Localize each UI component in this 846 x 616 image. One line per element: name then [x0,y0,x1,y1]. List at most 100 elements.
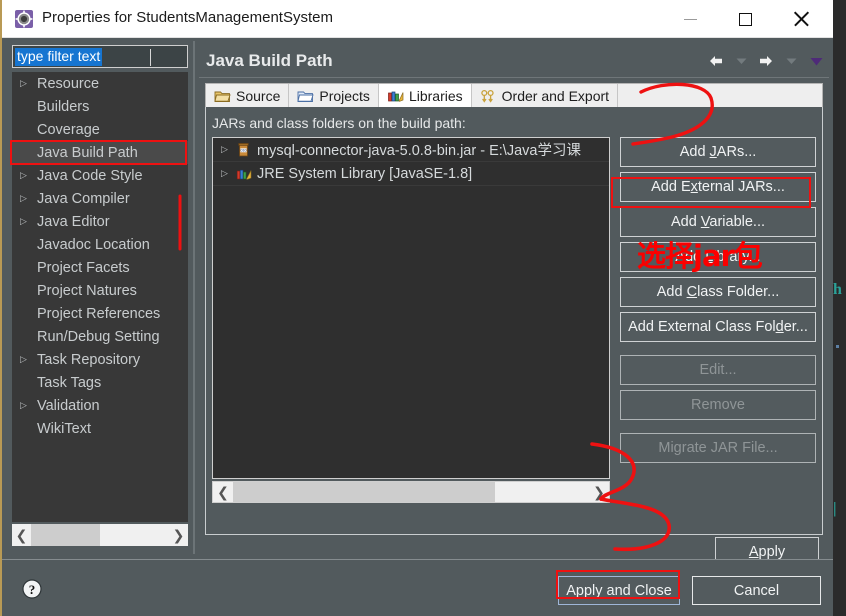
libraries-panel: JARs and class folders on the build path… [205,107,823,535]
add-external-jars-button[interactable]: Add External JARs... [620,172,816,202]
add-external-class-folder-button[interactable]: Add External Class Folder... [620,312,816,342]
migrate-jar-file-button-label: Migrate JAR File... [658,440,778,456]
sidebar-item-label: Java Compiler [37,190,130,207]
sidebar-item-label: Coverage [37,121,100,138]
tab-label: Libraries [408,87,463,104]
sidebar-item-java-compiler[interactable]: ▷ Java Compiler [12,187,188,210]
sidebar-item-label: Task Tags [37,374,102,391]
sidebar-item-label: Project Facets [37,259,130,276]
add-jars-button[interactable]: Add JARs... [620,137,816,167]
apply-and-close-button[interactable]: Apply and Close [558,576,680,605]
chevron-right-icon[interactable]: ▷ [221,145,236,154]
minimize-icon [683,18,697,20]
minimize-button[interactable] [667,0,713,38]
svg-text:010: 010 [241,148,247,152]
screenshot-root: h | Properties for StudentsManagementSys… [0,0,846,616]
list-item[interactable]: ▷ JRE System Library [JavaSE-1.8] [213,162,609,186]
add-class-folder-button[interactable]: Add Class Folder... [620,277,816,307]
chevron-right-icon[interactable]: ▷ [20,217,34,226]
tab-order-and-export[interactable]: Order and Export [471,84,619,107]
scrollbar-thumb[interactable] [233,482,495,502]
chevron-left-icon[interactable]: ❮ [213,485,233,499]
filter-input[interactable]: type filter text [15,48,103,66]
libraries-horizontal-scrollbar[interactable]: ❮ ❯ [212,481,610,503]
chevron-right-icon[interactable]: ▷ [221,169,236,178]
sidebar-item-label: Validation [37,397,100,414]
chevron-right-icon[interactable]: ▷ [20,79,34,88]
scrollbar-thumb[interactable] [31,524,100,546]
page-nav-buttons [705,51,827,71]
maximize-button[interactable] [722,0,768,38]
sidebar-item-wikitext[interactable]: WikiText [12,417,188,440]
chevron-right-icon[interactable]: ▷ [20,355,34,364]
sidebar-item-label: Project References [37,305,161,322]
chevron-right-icon[interactable]: ❯ [589,485,609,499]
sidebar-item-label: Java Code Style [37,167,143,184]
libraries-list-label: JARs and class folders on the build path… [212,115,466,131]
sidebar-item-validation[interactable]: ▷ Validation [12,394,188,417]
sidebar-item-task-repository[interactable]: ▷ Task Repository [12,348,188,371]
triangle-down-icon[interactable] [805,51,827,71]
chevron-right-icon[interactable]: ▷ [20,401,34,410]
sidebar-item-javadoc-location[interactable]: Javadoc Location [12,233,188,256]
background-editor-strip: h | [833,0,846,616]
sidebar-item-label: Java Build Path [37,144,138,161]
filter-input-wrapper[interactable]: type filter text [12,45,188,68]
remove-button-label: Remove [691,397,745,413]
sidebar-item-java-build-path[interactable]: Java Build Path [12,141,188,164]
dialog-footer: ? Apply and Close Cancel [2,560,833,616]
tab-label: Order and Export [501,87,610,104]
page-title: Java Build Path [206,51,333,70]
tab-source[interactable]: Source [206,84,290,107]
tab-projects[interactable]: Projects [289,84,379,107]
sidebar-item-java-code-style[interactable]: ▷ Java Code Style [12,164,188,187]
cancel-button[interactable]: Cancel [692,576,821,605]
add-library-button[interactable]: Add Library... [620,242,816,272]
sidebar-item-label: Builders [37,98,90,115]
order-export-icon [480,88,497,104]
chevron-right-icon[interactable]: ❯ [169,528,188,542]
window-title: Properties for StudentsManagementSystem [42,9,333,26]
list-item-label: JRE System Library [JavaSE-1.8] [257,165,473,182]
sidebar-item-coverage[interactable]: Coverage [12,118,188,141]
forward-chevron-down-icon[interactable] [780,51,802,71]
settings-tree[interactable]: ▷ Resource Builders Coverage Java Build … [12,72,188,522]
sidebar-item-label: Run/Debug Setting [37,328,160,345]
sidebar-item-project-facets[interactable]: Project Facets [12,256,188,279]
sidebar-item-builders[interactable]: Builders [12,95,188,118]
chevron-right-icon[interactable]: ▷ [20,171,34,180]
arrow-left-icon[interactable] [705,51,727,71]
chevron-left-icon[interactable]: ❮ [12,528,31,542]
edit-button-label: Edit... [699,362,737,378]
sidebar-item-java-editor[interactable]: ▷ Java Editor [12,210,188,233]
sidebar-item-project-natures[interactable]: Project Natures [12,279,188,302]
list-item-label: mysql-connector-java-5.0.8-bin.jar - E:\… [257,143,581,159]
migrate-jar-file-button: Migrate JAR File... [620,433,816,463]
add-variable-button[interactable]: Add Variable... [620,207,816,237]
help-question-icon[interactable]: ? [22,579,42,599]
background-code-glyph-2: | [833,500,837,517]
sidebar-horizontal-scrollbar[interactable]: ❮ ❯ [12,524,188,546]
sidebar-item-label: WikiText [37,420,91,437]
eclipse-gear-icon [14,9,34,29]
chevron-right-icon[interactable]: ▷ [20,194,34,203]
libraries-list[interactable]: ▷ 010 mysql-connector-java-5.0.8-bin.jar… [212,137,610,479]
scrollbar-track[interactable] [100,524,169,546]
close-icon [793,11,809,27]
tab-label: Projects [319,87,370,104]
build-path-tabs: Source Projects Libraries Order and Expo… [205,83,823,108]
back-chevron-down-icon[interactable] [730,51,752,71]
close-button[interactable] [778,0,824,38]
sidebar-item-resource[interactable]: ▷ Resource [12,72,188,95]
pane-splitter[interactable] [193,41,195,554]
sidebar-item-task-tags[interactable]: Task Tags [12,371,188,394]
list-item[interactable]: ▷ 010 mysql-connector-java-5.0.8-bin.jar… [213,138,609,162]
tab-libraries[interactable]: Libraries [378,84,472,107]
sidebar-item-project-references[interactable]: Project References [12,302,188,325]
maximize-icon [738,12,752,26]
arrow-right-icon[interactable] [755,51,777,71]
project-folder-icon [297,88,314,104]
sidebar-item-run-debug-setting[interactable]: Run/Debug Setting [12,325,188,348]
settings-page-pane: Java Build Path Source Projects Librarie… [199,41,829,567]
library-icon [236,166,254,182]
